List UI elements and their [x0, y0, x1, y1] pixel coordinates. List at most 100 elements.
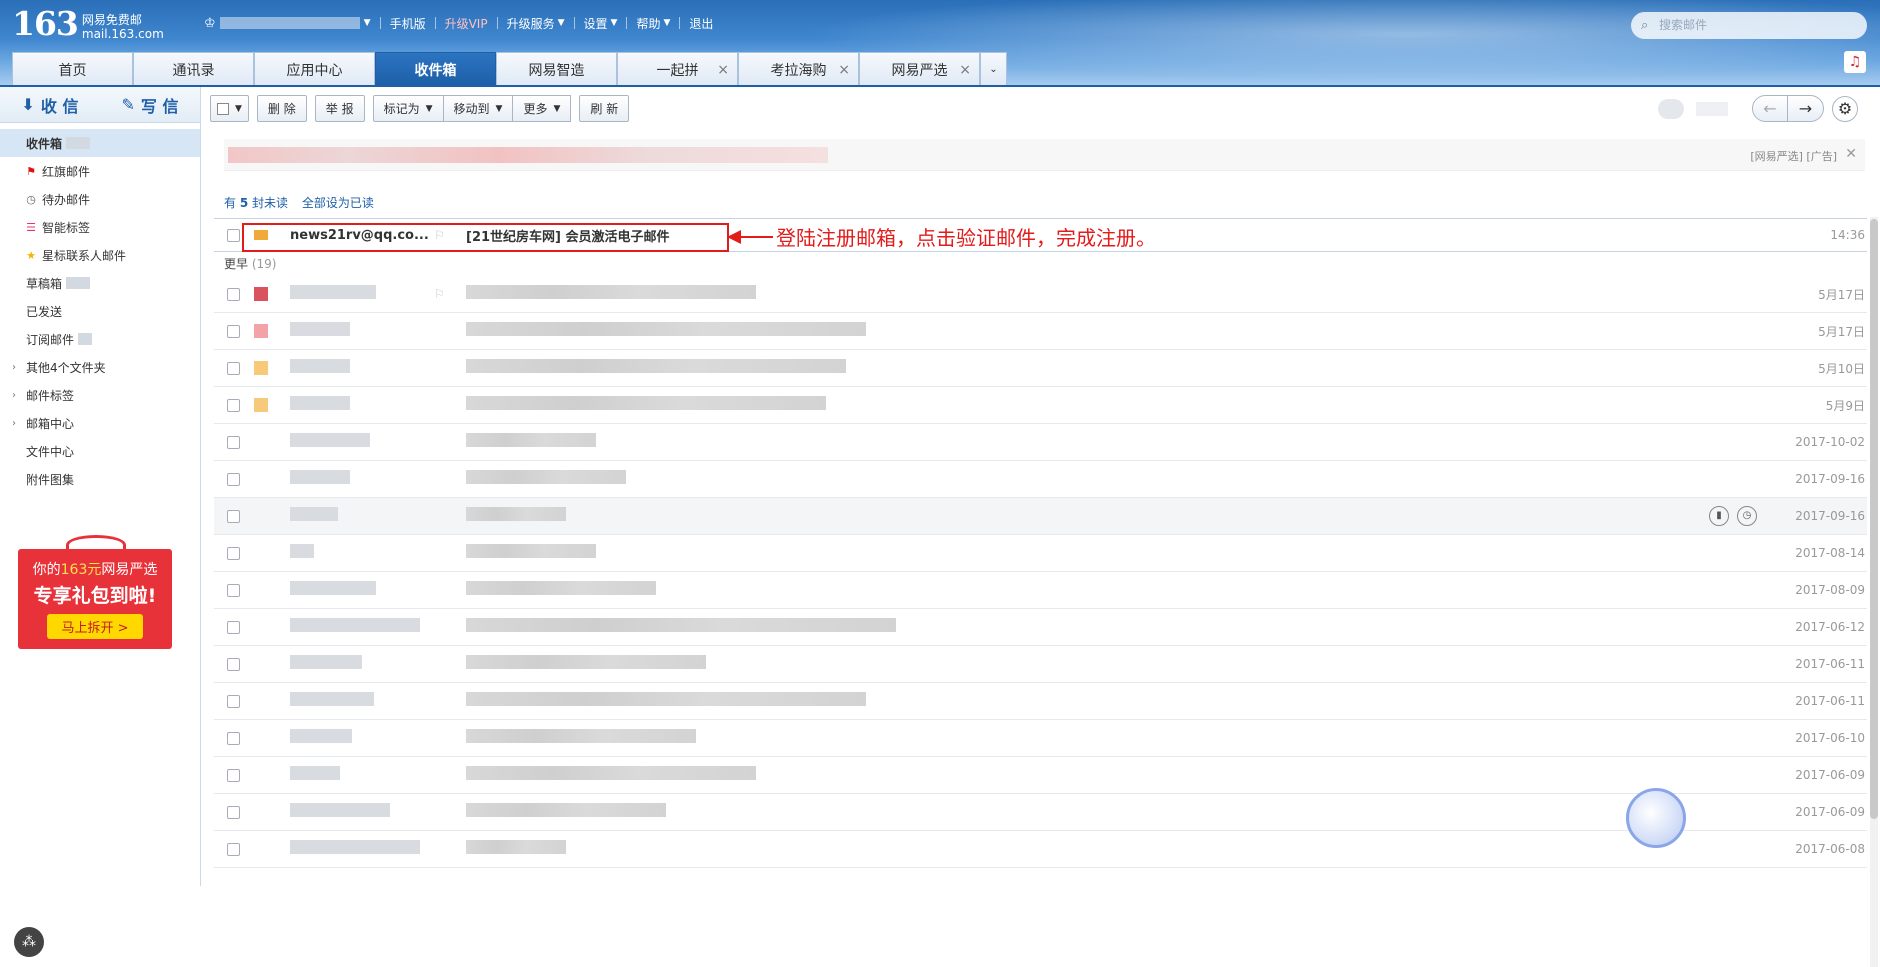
row-checkbox[interactable]	[227, 472, 240, 486]
close-icon[interactable]: ×	[717, 62, 729, 78]
receive-button[interactable]: ⬇ 收 信	[0, 87, 100, 122]
row-checkbox[interactable]	[227, 324, 240, 338]
mail-row[interactable]: 2017-08-09	[214, 572, 1867, 609]
sidebar-item-sent[interactable]: 已发送	[0, 297, 200, 325]
mail-date: 2017-09-16	[1795, 509, 1865, 523]
compose-button[interactable]: ✎ 写 信	[100, 87, 200, 122]
tab-inbox[interactable]: 收件箱	[375, 52, 496, 86]
bookmark-icon[interactable]: ▮	[1709, 506, 1729, 526]
unread-suffix[interactable]: 封未读	[252, 196, 288, 210]
mark-as-button[interactable]: 标记为 ▼	[372, 95, 444, 122]
row-checkbox[interactable]	[227, 583, 240, 597]
sidebar-item-mail-tags[interactable]: › 邮件标签	[0, 381, 200, 409]
row-checkbox[interactable]	[227, 546, 240, 560]
row-checkbox[interactable]	[227, 694, 240, 708]
upgrade-service-link[interactable]: 升级服务	[507, 15, 555, 32]
chevron-right-icon[interactable]: ›	[12, 362, 16, 373]
next-page-button[interactable]: →	[1788, 95, 1824, 122]
username-blurred[interactable]	[219, 17, 360, 29]
sidebar-item-drafts[interactable]: 草稿箱	[0, 269, 200, 297]
music-icon[interactable]: ♫	[1844, 51, 1866, 73]
tab-zhizao[interactable]: 网易智造	[496, 52, 617, 86]
row-checkbox[interactable]	[227, 228, 240, 242]
row-checkbox[interactable]	[227, 842, 240, 856]
scrollbar-thumb[interactable]	[1870, 219, 1878, 819]
sidebar-item-other-folders[interactable]: › 其他4个文件夹	[0, 353, 200, 381]
logo[interactable]: 163 网易免费邮 mail.163.com	[12, 6, 164, 42]
refresh-button[interactable]: 刷 新	[579, 95, 630, 122]
gear-icon[interactable]: ⚙	[1832, 95, 1858, 122]
row-checkbox[interactable]	[227, 657, 240, 671]
search-input[interactable]: ⌕ 搜索邮件	[1631, 12, 1867, 39]
mail-row[interactable]: 2017-06-11	[214, 646, 1867, 683]
row-checkbox[interactable]	[227, 731, 240, 745]
sidebar-item-file-center[interactable]: 文件中心	[0, 437, 200, 465]
mail-row[interactable]: ▮ ◷ 2017-09-16	[214, 498, 1867, 535]
tab-kaola[interactable]: 考拉海购 ×	[738, 52, 859, 86]
mail-row[interactable]: 5月10日	[214, 350, 1867, 387]
sidebar-item-starred-contacts[interactable]: ★ 星标联系人邮件	[0, 241, 200, 269]
clock-icon[interactable]: ◷	[1737, 506, 1757, 526]
move-to-button[interactable]: 移动到 ▼	[443, 95, 514, 122]
apps-grid-icon[interactable]: ⁂	[14, 927, 44, 957]
report-button[interactable]: 举 报	[314, 95, 365, 122]
tab-contacts[interactable]: 通讯录	[133, 52, 254, 86]
help-link[interactable]: 帮助	[636, 15, 660, 32]
row-checkbox[interactable]	[227, 361, 240, 375]
row-checkbox[interactable]	[227, 287, 240, 301]
mobile-link[interactable]: 手机版	[390, 15, 426, 32]
chevron-down-icon: ▼	[553, 103, 561, 114]
chevron-right-icon[interactable]: ›	[12, 390, 16, 401]
mail-row[interactable]: 2017-06-12	[214, 609, 1867, 646]
mail-row[interactable]: 2017-06-11	[214, 683, 1867, 720]
settings-link[interactable]: 设置	[584, 15, 608, 32]
logout-link[interactable]: 退出	[689, 15, 713, 32]
scrollbar[interactable]	[1870, 217, 1878, 967]
promo-open-button[interactable]: 马上拆开 >	[47, 614, 143, 639]
more-button[interactable]: 更多 ▼	[513, 95, 572, 122]
mail-row[interactable]: 2017-10-02	[214, 424, 1867, 461]
close-icon[interactable]: ×	[959, 62, 971, 78]
flag-icon[interactable]: ⚐	[434, 287, 466, 301]
row-checkbox[interactable]	[227, 509, 240, 523]
tab-apps[interactable]: 应用中心	[254, 52, 375, 86]
row-checkbox[interactable]	[227, 620, 240, 634]
delete-button[interactable]: 删 除	[256, 95, 307, 122]
row-checkbox[interactable]	[227, 768, 240, 782]
close-icon[interactable]: ×	[838, 62, 850, 78]
tab-home[interactable]: 首页	[12, 52, 133, 86]
chevron-down-icon[interactable]: ▼	[235, 104, 242, 114]
ad-banner[interactable]: [网易严选] [广告] ✕	[224, 139, 1865, 171]
mail-row[interactable]: ⚐ 5月17日	[214, 276, 1867, 313]
chevron-right-icon[interactable]: ›	[12, 418, 16, 429]
tab-yanxuan[interactable]: 网易严选 ×	[859, 52, 980, 86]
mail-row[interactable]: 2017-09-16	[214, 461, 1867, 498]
row-checkbox[interactable]	[227, 805, 240, 819]
sidebar-item-mail-center[interactable]: › 邮箱中心	[0, 409, 200, 437]
upgrade-vip-link[interactable]: 升级VIP	[445, 15, 488, 32]
sidebar-item-inbox[interactable]: 收件箱	[0, 129, 200, 157]
tab-more-dropdown[interactable]: ⌄	[980, 52, 1007, 86]
sidebar-item-smart-tags[interactable]: ☰ 智能标签	[0, 213, 200, 241]
promo-banner[interactable]: 你的163元网易严选 专享礼包到啦! 马上拆开 >	[18, 535, 172, 655]
checkbox[interactable]	[217, 102, 229, 115]
sidebar-item-subscriptions[interactable]: 订阅邮件	[0, 325, 200, 353]
sidebar-item-todo[interactable]: ◷ 待办邮件	[0, 185, 200, 213]
mail-row[interactable]: 5月17日	[214, 313, 1867, 350]
row-checkbox[interactable]	[227, 435, 240, 449]
mail-row[interactable]: 5月9日	[214, 387, 1867, 424]
prev-page-button[interactable]: ←	[1752, 95, 1788, 122]
tab-yiqipin[interactable]: 一起拼 ×	[617, 52, 738, 86]
chevron-down-icon[interactable]: ▼	[364, 18, 371, 28]
ad-content-blurred[interactable]	[228, 147, 828, 163]
mail-row[interactable]: 2017-06-10	[214, 720, 1867, 757]
mail-row[interactable]: 2017-08-14	[214, 535, 1867, 572]
select-all-checkbox[interactable]: ▼	[210, 95, 249, 122]
mark-all-read-link[interactable]: 全部设为已读	[302, 196, 374, 210]
row-checkbox[interactable]	[227, 398, 240, 412]
sidebar-item-attachments[interactable]: 附件图集	[0, 465, 200, 493]
close-icon[interactable]: ✕	[1845, 146, 1857, 162]
unread-count[interactable]: 5	[240, 196, 248, 210]
mail-status-icon	[254, 324, 268, 338]
sidebar-item-red-flag[interactable]: ⚑ 红旗邮件	[0, 157, 200, 185]
